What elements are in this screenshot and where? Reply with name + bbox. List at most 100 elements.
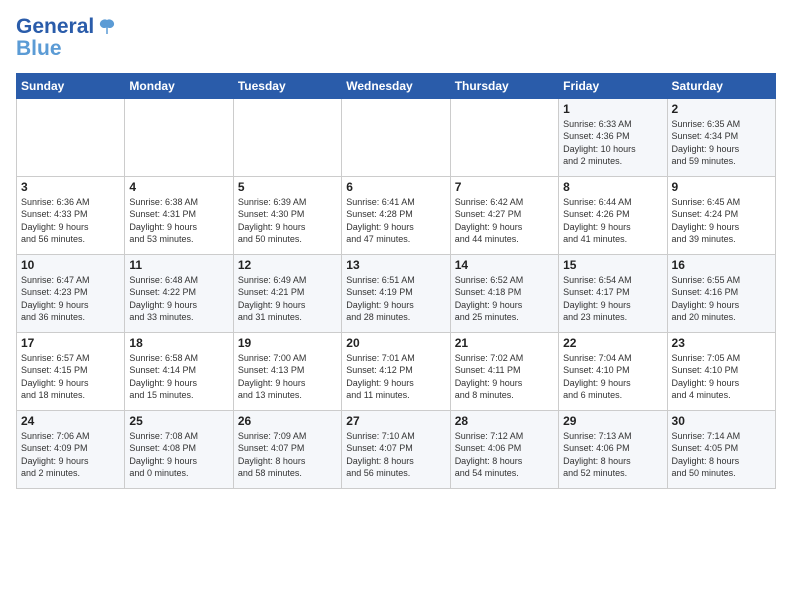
calendar-cell: 14 Sunrise: 6:52 AM Sunset: 4:18 PM Dayli… bbox=[450, 254, 558, 332]
calendar-cell: 15 Sunrise: 6:54 AM Sunset: 4:17 PM Dayli… bbox=[559, 254, 667, 332]
day-info: Sunrise: 6:47 AM Sunset: 4:23 PM Dayligh… bbox=[21, 274, 120, 324]
day-number: 26 bbox=[238, 414, 337, 428]
calendar-cell bbox=[17, 98, 125, 176]
day-number: 17 bbox=[21, 336, 120, 350]
day-info: Sunrise: 7:06 AM Sunset: 4:09 PM Dayligh… bbox=[21, 430, 120, 480]
day-info: Sunrise: 6:45 AM Sunset: 4:24 PM Dayligh… bbox=[672, 196, 771, 246]
day-number: 7 bbox=[455, 180, 554, 194]
day-info: Sunrise: 6:39 AM Sunset: 4:30 PM Dayligh… bbox=[238, 196, 337, 246]
day-info: Sunrise: 6:54 AM Sunset: 4:17 PM Dayligh… bbox=[563, 274, 662, 324]
day-number: 14 bbox=[455, 258, 554, 272]
calendar-cell: 26Sunrise: 7:09 AM Sunset: 4:07 PM Dayli… bbox=[233, 410, 341, 488]
day-info: Sunrise: 6:48 AM Sunset: 4:22 PM Dayligh… bbox=[129, 274, 228, 324]
day-number: 13 bbox=[346, 258, 445, 272]
day-info: Sunrise: 6:49 AM Sunset: 4:21 PM Dayligh… bbox=[238, 274, 337, 324]
day-info: Sunrise: 6:33 AM Sunset: 4:36 PM Dayligh… bbox=[563, 118, 662, 168]
day-info: Sunrise: 7:14 AM Sunset: 4:05 PM Dayligh… bbox=[672, 430, 771, 480]
day-number: 29 bbox=[563, 414, 662, 428]
weekday-header-tuesday: Tuesday bbox=[233, 73, 341, 98]
day-number: 8 bbox=[563, 180, 662, 194]
weekday-header-thursday: Thursday bbox=[450, 73, 558, 98]
day-info: Sunrise: 6:38 AM Sunset: 4:31 PM Dayligh… bbox=[129, 196, 228, 246]
day-number: 9 bbox=[672, 180, 771, 194]
day-number: 30 bbox=[672, 414, 771, 428]
day-number: 16 bbox=[672, 258, 771, 272]
day-info: Sunrise: 7:13 AM Sunset: 4:06 PM Dayligh… bbox=[563, 430, 662, 480]
week-row-1: 1 Sunrise: 6:33 AM Sunset: 4:36 PM Daylig… bbox=[17, 98, 776, 176]
calendar-cell: 12 Sunrise: 6:49 AM Sunset: 4:21 PM Dayli… bbox=[233, 254, 341, 332]
day-number: 23 bbox=[672, 336, 771, 350]
calendar-cell: 28 Sunrise: 7:12 AM Sunset: 4:06 PM Dayli… bbox=[450, 410, 558, 488]
logo-text: General Blue bbox=[16, 16, 118, 61]
day-info: Sunrise: 6:52 AM Sunset: 4:18 PM Dayligh… bbox=[455, 274, 554, 324]
header: General Blue bbox=[16, 16, 776, 61]
logo: General Blue bbox=[16, 16, 118, 61]
calendar-cell bbox=[342, 98, 450, 176]
calendar-cell: 8 Sunrise: 6:44 AM Sunset: 4:26 PM Daylig… bbox=[559, 176, 667, 254]
week-row-5: 24 Sunrise: 7:06 AM Sunset: 4:09 PM Dayli… bbox=[17, 410, 776, 488]
calendar-cell: 24 Sunrise: 7:06 AM Sunset: 4:09 PM Dayli… bbox=[17, 410, 125, 488]
day-info: Sunrise: 7:04 AM Sunset: 4:10 PM Dayligh… bbox=[563, 352, 662, 402]
day-number: 21 bbox=[455, 336, 554, 350]
calendar-cell: 11 Sunrise: 6:48 AM Sunset: 4:22 PM Dayli… bbox=[125, 254, 233, 332]
week-row-4: 17 Sunrise: 6:57 AM Sunset: 4:15 PM Dayli… bbox=[17, 332, 776, 410]
calendar-cell: 22 Sunrise: 7:04 AM Sunset: 4:10 PM Dayli… bbox=[559, 332, 667, 410]
day-info: Sunrise: 6:41 AM Sunset: 4:28 PM Dayligh… bbox=[346, 196, 445, 246]
calendar-cell: 20Sunrise: 7:01 AM Sunset: 4:12 PM Dayli… bbox=[342, 332, 450, 410]
day-info: Sunrise: 7:01 AM Sunset: 4:12 PM Dayligh… bbox=[346, 352, 445, 402]
week-row-3: 10 Sunrise: 6:47 AM Sunset: 4:23 PM Dayli… bbox=[17, 254, 776, 332]
day-info: Sunrise: 6:57 AM Sunset: 4:15 PM Dayligh… bbox=[21, 352, 120, 402]
day-number: 6 bbox=[346, 180, 445, 194]
day-info: Sunrise: 6:51 AM Sunset: 4:19 PM Dayligh… bbox=[346, 274, 445, 324]
weekday-header-monday: Monday bbox=[125, 73, 233, 98]
day-number: 11 bbox=[129, 258, 228, 272]
calendar-cell: 3 Sunrise: 6:36 AM Sunset: 4:33 PM Daylig… bbox=[17, 176, 125, 254]
calendar-cell: 16 Sunrise: 6:55 AM Sunset: 4:16 PM Dayli… bbox=[667, 254, 775, 332]
day-number: 10 bbox=[21, 258, 120, 272]
day-info: Sunrise: 6:44 AM Sunset: 4:26 PM Dayligh… bbox=[563, 196, 662, 246]
day-number: 1 bbox=[563, 102, 662, 116]
day-info: Sunrise: 7:08 AM Sunset: 4:08 PM Dayligh… bbox=[129, 430, 228, 480]
weekday-header-sunday: Sunday bbox=[17, 73, 125, 98]
calendar-cell: 27Sunrise: 7:10 AM Sunset: 4:07 PM Dayli… bbox=[342, 410, 450, 488]
calendar-table: SundayMondayTuesdayWednesdayThursdayFrid… bbox=[16, 73, 776, 489]
day-number: 19 bbox=[238, 336, 337, 350]
calendar-cell bbox=[233, 98, 341, 176]
day-info: Sunrise: 6:55 AM Sunset: 4:16 PM Dayligh… bbox=[672, 274, 771, 324]
calendar-cell: 23Sunrise: 7:05 AM Sunset: 4:10 PM Dayli… bbox=[667, 332, 775, 410]
calendar-cell: 17 Sunrise: 6:57 AM Sunset: 4:15 PM Dayli… bbox=[17, 332, 125, 410]
day-number: 22 bbox=[563, 336, 662, 350]
day-number: 24 bbox=[21, 414, 120, 428]
weekday-header-wednesday: Wednesday bbox=[342, 73, 450, 98]
calendar-container: General Blue SundayMondayTuesdayWednesda… bbox=[0, 0, 792, 497]
calendar-cell: 10 Sunrise: 6:47 AM Sunset: 4:23 PM Dayli… bbox=[17, 254, 125, 332]
day-number: 28 bbox=[455, 414, 554, 428]
calendar-cell: 5Sunrise: 6:39 AM Sunset: 4:30 PM Daylig… bbox=[233, 176, 341, 254]
day-number: 18 bbox=[129, 336, 228, 350]
weekday-header-saturday: Saturday bbox=[667, 73, 775, 98]
calendar-cell: 30 Sunrise: 7:14 AM Sunset: 4:05 PM Dayli… bbox=[667, 410, 775, 488]
day-info: Sunrise: 6:35 AM Sunset: 4:34 PM Dayligh… bbox=[672, 118, 771, 168]
calendar-cell: 25 Sunrise: 7:08 AM Sunset: 4:08 PM Dayli… bbox=[125, 410, 233, 488]
week-row-2: 3 Sunrise: 6:36 AM Sunset: 4:33 PM Daylig… bbox=[17, 176, 776, 254]
calendar-cell: 18 Sunrise: 6:58 AM Sunset: 4:14 PM Dayli… bbox=[125, 332, 233, 410]
day-number: 2 bbox=[672, 102, 771, 116]
day-info: Sunrise: 6:36 AM Sunset: 4:33 PM Dayligh… bbox=[21, 196, 120, 246]
weekday-header-row: SundayMondayTuesdayWednesdayThursdayFrid… bbox=[17, 73, 776, 98]
calendar-cell: 19 Sunrise: 7:00 AM Sunset: 4:13 PM Dayli… bbox=[233, 332, 341, 410]
day-number: 15 bbox=[563, 258, 662, 272]
day-info: Sunrise: 7:00 AM Sunset: 4:13 PM Dayligh… bbox=[238, 352, 337, 402]
calendar-cell: 7Sunrise: 6:42 AM Sunset: 4:27 PM Daylig… bbox=[450, 176, 558, 254]
day-info: Sunrise: 6:58 AM Sunset: 4:14 PM Dayligh… bbox=[129, 352, 228, 402]
weekday-header-friday: Friday bbox=[559, 73, 667, 98]
calendar-cell: 2 Sunrise: 6:35 AM Sunset: 4:34 PM Daylig… bbox=[667, 98, 775, 176]
calendar-cell: 9 Sunrise: 6:45 AM Sunset: 4:24 PM Daylig… bbox=[667, 176, 775, 254]
calendar-cell: 29 Sunrise: 7:13 AM Sunset: 4:06 PM Dayli… bbox=[559, 410, 667, 488]
calendar-cell: 1 Sunrise: 6:33 AM Sunset: 4:36 PM Daylig… bbox=[559, 98, 667, 176]
day-number: 25 bbox=[129, 414, 228, 428]
calendar-cell bbox=[450, 98, 558, 176]
day-info: Sunrise: 7:12 AM Sunset: 4:06 PM Dayligh… bbox=[455, 430, 554, 480]
day-number: 12 bbox=[238, 258, 337, 272]
day-number: 3 bbox=[21, 180, 120, 194]
logo-block: General Blue bbox=[16, 16, 118, 61]
